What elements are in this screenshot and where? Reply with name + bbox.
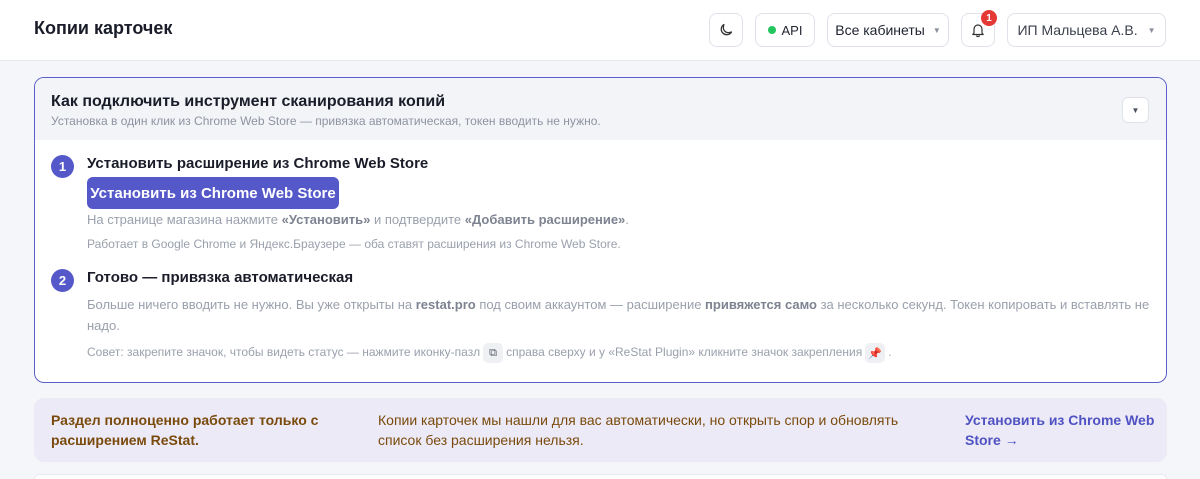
page-title: Копии карточек bbox=[34, 18, 173, 38]
chevron-down-icon: ▼ bbox=[1147, 25, 1156, 35]
chevron-down-icon: ▼ bbox=[1131, 105, 1140, 115]
card-subtitle: Установка в один клик из Chrome Web Stor… bbox=[51, 114, 601, 128]
step-title: Установить расширение из Chrome Web Stor… bbox=[87, 155, 429, 172]
top-bar: Копии карточек API Все кабинеты ▼ 1 ИП М… bbox=[0, 0, 1200, 61]
theme-toggle-button[interactable] bbox=[709, 13, 743, 47]
card-title: Как подключить инструмент сканирования к… bbox=[51, 93, 446, 110]
extension-required-notice: Раздел полноценно работает только с расш… bbox=[34, 398, 1167, 462]
notice-text: Копии карточек мы нашли для вас автомати… bbox=[378, 412, 899, 448]
chevron-down-icon: ▼ bbox=[932, 25, 941, 35]
step-description: Больше ничего вводить не нужно. Вы уже о… bbox=[87, 297, 1150, 333]
next-section-card bbox=[34, 474, 1167, 479]
status-dot-icon bbox=[767, 26, 776, 34]
collapse-toggle-button[interactable]: ▼ bbox=[1122, 97, 1149, 123]
install-extension-link[interactable]: Установить из Chrome Web Store → bbox=[965, 410, 1165, 450]
install-extension-button[interactable]: Установить из Chrome Web Store bbox=[87, 177, 339, 209]
pin-icon: 📌 bbox=[865, 343, 886, 363]
user-account-dropdown[interactable]: ИП Мальцева А.В. ▼ bbox=[1007, 13, 1166, 47]
step-hint: На странице магазина нажмите «Установить… bbox=[87, 212, 629, 227]
api-label: API bbox=[781, 22, 803, 38]
notice-title: Раздел полноценно работает только с расш… bbox=[51, 412, 319, 448]
api-status-button[interactable]: API bbox=[755, 13, 815, 47]
user-name: ИП Мальцева А.В. bbox=[1017, 22, 1138, 38]
step-number: 1 bbox=[51, 155, 74, 178]
notification-badge: 1 bbox=[981, 10, 997, 26]
setup-instructions-card: Как подключить инструмент сканирования к… bbox=[34, 77, 1167, 383]
step-title: Готово — привязка автоматическая bbox=[87, 269, 354, 286]
puzzle-icon: ⧉ bbox=[483, 343, 504, 363]
step-number: 2 bbox=[51, 269, 74, 292]
step-note: Работает в Google Chrome и Яндекс.Браузе… bbox=[87, 237, 621, 251]
cabinets-dropdown[interactable]: Все кабинеты ▼ bbox=[827, 13, 949, 47]
cabinets-label: Все кабинеты bbox=[835, 22, 925, 38]
moon-icon bbox=[720, 23, 733, 36]
step-tip: Совет: закрепите значок, чтобы видеть ст… bbox=[87, 343, 892, 363]
card-header[interactable]: Как подключить инструмент сканирования к… bbox=[35, 78, 1166, 140]
